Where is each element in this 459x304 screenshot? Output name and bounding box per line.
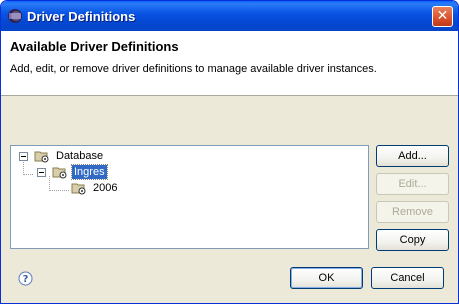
add-button[interactable]: Add... <box>376 145 449 167</box>
tree-item-2006[interactable]: 2006 <box>71 180 119 196</box>
driver-tree[interactable]: Database Ingres 2006 <box>10 145 369 249</box>
eclipse-icon <box>8 9 22 23</box>
help-icon[interactable]: ? <box>18 271 33 286</box>
ok-button[interactable]: OK <box>290 267 363 289</box>
tree-item-label: 2006 <box>93 182 118 194</box>
tree-item-ingres[interactable]: Ingres <box>37 164 108 180</box>
header-title: Available Driver Definitions <box>10 39 179 54</box>
folder-gear-icon <box>34 151 49 163</box>
copy-button[interactable]: Copy <box>376 229 449 251</box>
folder-gear-icon <box>71 183 86 195</box>
collapse-icon[interactable] <box>37 167 46 177</box>
svg-text:?: ? <box>23 274 29 285</box>
tree-connector <box>49 190 69 191</box>
close-icon: ✕ <box>436 8 449 24</box>
tree-item-label: Database <box>56 150 104 162</box>
edit-button[interactable]: Edit... <box>376 173 449 195</box>
header-description: Add, edit, or remove driver definitions … <box>10 63 377 75</box>
folder-gear-icon <box>52 167 67 179</box>
tree-connector <box>23 174 33 175</box>
collapse-icon[interactable] <box>19 151 28 161</box>
title-bar[interactable]: Driver Definitions ✕ <box>1 1 458 31</box>
tree-item-database[interactable]: Database <box>19 148 105 164</box>
driver-definitions-dialog: Driver Definitions ✕ Available Driver De… <box>0 0 459 304</box>
dialog-header: Available Driver Definitions Add, edit, … <box>1 31 458 96</box>
cancel-button[interactable]: Cancel <box>371 267 444 289</box>
tree-item-label: Ingres <box>71 164 108 180</box>
window-title: Driver Definitions <box>27 9 136 24</box>
close-button[interactable]: ✕ <box>432 6 453 27</box>
remove-button[interactable]: Remove <box>376 201 449 223</box>
